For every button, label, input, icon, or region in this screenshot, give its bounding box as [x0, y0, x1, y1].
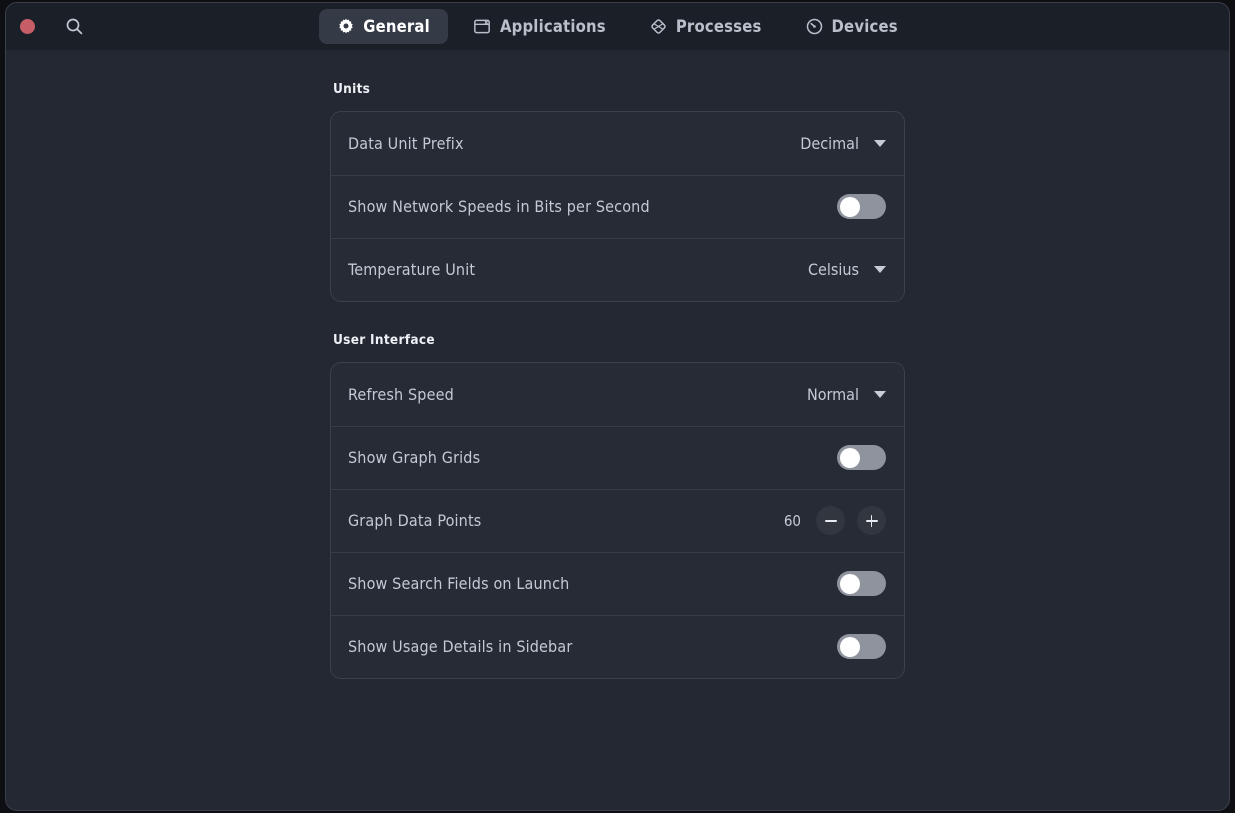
toggle-knob — [839, 636, 860, 657]
row-label: Temperature Unit — [348, 260, 476, 279]
row-control: 60 — [781, 506, 886, 535]
dropdown-value: Normal — [806, 385, 859, 404]
row-show-usage-details-in-sidebar[interactable]: Show Usage Details in Sidebar — [331, 615, 904, 678]
preferences-window: General Applications Processes Devices U… — [5, 2, 1230, 811]
row-control — [837, 194, 886, 219]
refresh-speed-dropdown[interactable]: Normal — [807, 385, 886, 404]
data-unit-prefix-dropdown[interactable]: Decimal — [800, 134, 886, 153]
row-label: Show Search Fields on Launch — [348, 574, 570, 593]
graph-data-points-stepper: 60 — [781, 506, 886, 535]
stepper-value: 60 — [783, 511, 801, 530]
chevron-down-icon — [874, 391, 886, 398]
chevron-down-icon — [874, 266, 886, 273]
row-label: Data Unit Prefix — [348, 134, 464, 153]
chevron-down-icon — [874, 140, 886, 147]
show-graph-grids-toggle[interactable] — [837, 445, 886, 470]
row-control: Celsius — [808, 260, 886, 279]
dropdown-value: Celsius — [807, 260, 859, 279]
section-title-units: Units — [333, 81, 371, 97]
tab-bar: General Applications Processes Devices — [6, 3, 1229, 49]
tab-processes-label: Processes — [675, 16, 762, 36]
user-interface-card: Refresh Speed Normal Show Graph Grids Gr… — [330, 362, 905, 679]
row-control — [837, 445, 886, 470]
gear-icon — [337, 18, 354, 35]
tab-processes[interactable]: Processes — [632, 9, 780, 44]
row-label: Show Network Speeds in Bits per Second — [348, 197, 650, 216]
speedometer-icon — [806, 18, 823, 35]
search-icon[interactable] — [63, 16, 85, 38]
section-title-user-interface: User Interface — [333, 332, 435, 348]
row-control — [837, 634, 886, 659]
section-units: Units Data Unit Prefix Decimal Show Netw… — [330, 81, 905, 302]
close-window-button[interactable] — [20, 19, 35, 34]
units-card: Data Unit Prefix Decimal Show Network Sp… — [330, 111, 905, 302]
tab-applications-label: Applications — [499, 16, 606, 36]
toggle-knob — [839, 573, 860, 594]
dropdown-value: Decimal — [800, 134, 859, 153]
window-icon — [474, 18, 491, 35]
show-usage-details-toggle[interactable] — [837, 634, 886, 659]
tab-general[interactable]: General — [319, 8, 448, 44]
toggle-knob — [839, 196, 860, 217]
tab-devices-label: Devices — [831, 16, 898, 36]
row-label: Show Graph Grids — [348, 448, 481, 467]
temperature-unit-dropdown[interactable]: Celsius — [808, 260, 886, 279]
show-network-speeds-toggle[interactable] — [837, 194, 886, 219]
show-search-fields-toggle[interactable] — [837, 571, 886, 596]
row-show-search-fields-on-launch[interactable]: Show Search Fields on Launch — [331, 552, 904, 615]
row-show-network-speeds-in-bits[interactable]: Show Network Speeds in Bits per Second — [331, 175, 904, 238]
preferences-content: Units Data Unit Prefix Decimal Show Netw… — [6, 51, 1229, 810]
row-label: Show Usage Details in Sidebar — [348, 637, 573, 656]
plus-icon — [865, 514, 878, 527]
toggle-knob — [839, 447, 860, 468]
row-graph-data-points[interactable]: Graph Data Points 60 — [331, 489, 904, 552]
graph-data-points-increment-button[interactable] — [857, 506, 886, 535]
row-control — [837, 571, 886, 596]
row-label: Graph Data Points — [348, 511, 482, 530]
tab-devices[interactable]: Devices — [788, 9, 916, 44]
row-control: Decimal — [800, 134, 886, 153]
row-label: Refresh Speed — [348, 385, 454, 404]
row-temperature-unit[interactable]: Temperature Unit Celsius — [331, 238, 904, 301]
row-show-graph-grids[interactable]: Show Graph Grids — [331, 426, 904, 489]
gem-icon — [650, 18, 667, 35]
minus-icon — [824, 515, 837, 527]
tab-general-label: General — [363, 16, 430, 36]
row-control: Normal — [807, 385, 886, 404]
graph-data-points-decrement-button[interactable] — [816, 506, 845, 535]
section-user-interface: User Interface Refresh Speed Normal Show… — [330, 332, 905, 679]
general-settings-page: Units Data Unit Prefix Decimal Show Netw… — [330, 51, 905, 679]
header-bar: General Applications Processes Devices — [6, 3, 1229, 51]
tab-applications[interactable]: Applications — [456, 9, 624, 44]
row-refresh-speed[interactable]: Refresh Speed Normal — [331, 363, 904, 426]
row-data-unit-prefix[interactable]: Data Unit Prefix Decimal — [331, 112, 904, 175]
